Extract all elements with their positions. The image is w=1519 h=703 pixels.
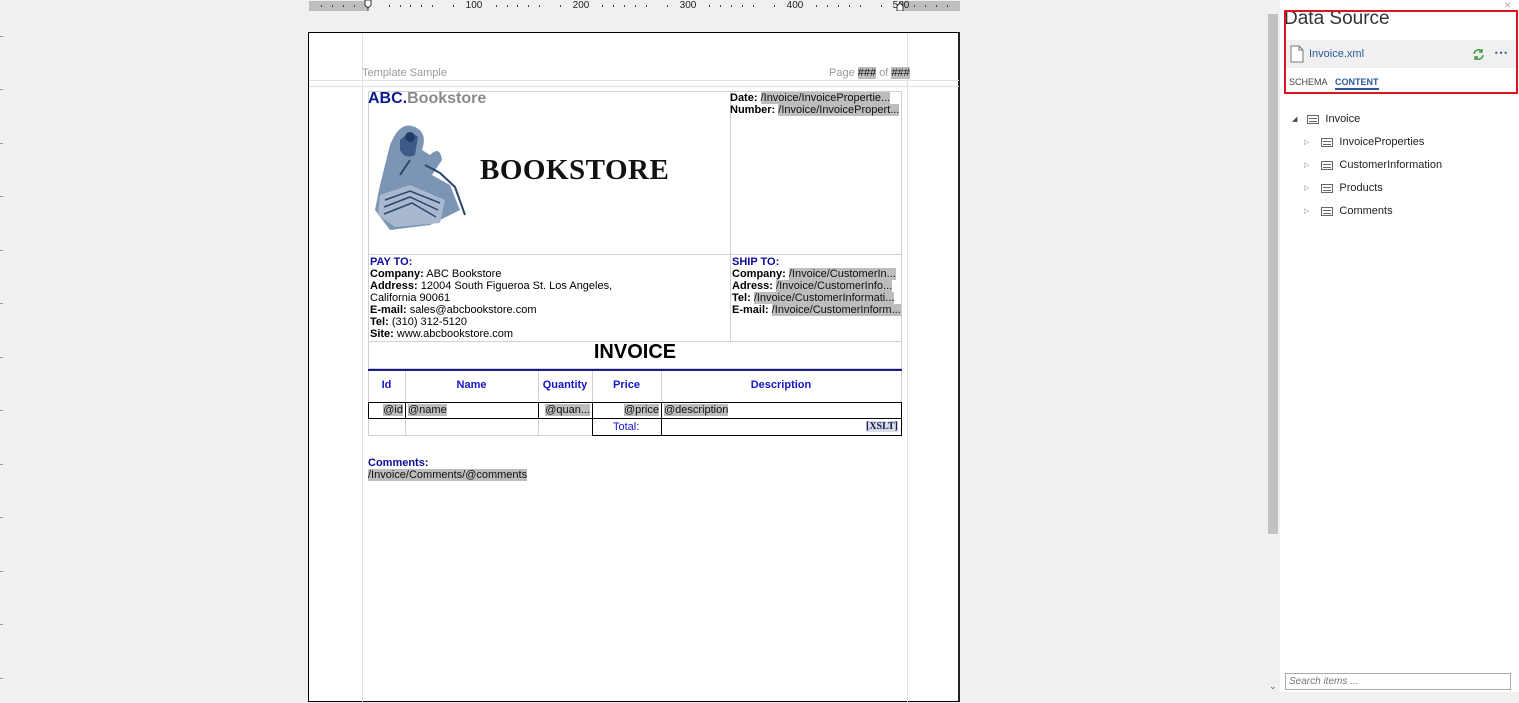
expand-arrow-icon[interactable]: ▷ (1304, 161, 1309, 169)
ship-to-block: SHIP TO: Company: /Invoice/CustomerIn...… (732, 256, 901, 316)
tree-item-invoice-properties[interactable]: ▷ InvoiceProperties (1304, 136, 1424, 148)
vertical-ruler (0, 0, 6, 692)
row-description: @description (664, 404, 729, 416)
comments-block: Comments: /Invoice/Comments/@comments (368, 457, 528, 481)
expand-arrow-icon[interactable]: ▷ (1304, 184, 1309, 192)
close-icon[interactable]: × (1504, 0, 1511, 11)
data-source-panel (1280, 0, 1519, 692)
scrollbar-thumb[interactable] (1268, 14, 1278, 534)
company-logo-text: ABC.Bookstore (368, 90, 487, 107)
tree-item-products[interactable]: ▷ Products (1304, 182, 1383, 194)
tree-item-comments[interactable]: ▷ Comments (1304, 205, 1393, 217)
column-header-name: Name (456, 379, 487, 391)
column-header-description: Description (750, 379, 812, 391)
ruler-label: 200 (572, 0, 590, 11)
total-value: [XSLT] (866, 421, 898, 432)
tree-item-invoice[interactable]: ◢ Invoice (1292, 113, 1360, 125)
tree-item-customer-information[interactable]: ▷ CustomerInformation (1304, 159, 1442, 171)
scroll-down-icon[interactable]: ⌄ (1269, 681, 1277, 692)
horizontal-ruler: 100 200 300 400 500 (309, 0, 960, 12)
search-items-input[interactable] (1285, 673, 1511, 690)
table-icon (1321, 183, 1334, 193)
number-field: Number: /Invoice/InvoicePropert... (730, 104, 900, 116)
row-price: @price (623, 404, 659, 416)
bookstore-logo-image (370, 115, 476, 235)
collapse-arrow-icon[interactable]: ◢ (1292, 115, 1297, 123)
page-header-title: Template Sample (362, 67, 447, 79)
column-header-id: Id (381, 379, 392, 391)
ruler-label: 100 (465, 0, 483, 11)
page-number: Page ### of ### (829, 67, 910, 79)
left-margin-marker[interactable] (364, 0, 372, 11)
right-margin-marker[interactable] (896, 0, 904, 11)
column-header-price: Price (613, 379, 640, 391)
ruler-label: 300 (679, 0, 697, 11)
table-icon (1321, 160, 1334, 170)
total-label: Total: (613, 421, 640, 433)
row-id: @id (383, 404, 403, 416)
column-header-quantity: Quantity (542, 379, 588, 391)
ruler-label: 400 (786, 0, 804, 11)
logo-caption: BOOKSTORE (480, 154, 670, 186)
expand-arrow-icon[interactable]: ▷ (1304, 138, 1309, 146)
invoice-heading: INVOICE (593, 341, 677, 363)
expand-arrow-icon[interactable]: ▷ (1304, 207, 1309, 215)
row-quantity: @quan... (545, 404, 590, 416)
highlight-box (1284, 10, 1518, 94)
date-field: Date: /Invoice/InvoicePropertie... (730, 92, 891, 104)
table-icon (1307, 114, 1320, 124)
pay-to-block: PAY TO: Company: ABC Bookstore Address: … (370, 256, 613, 340)
table-icon (1321, 137, 1334, 147)
row-name: @name (408, 404, 447, 416)
table-icon (1321, 206, 1334, 216)
